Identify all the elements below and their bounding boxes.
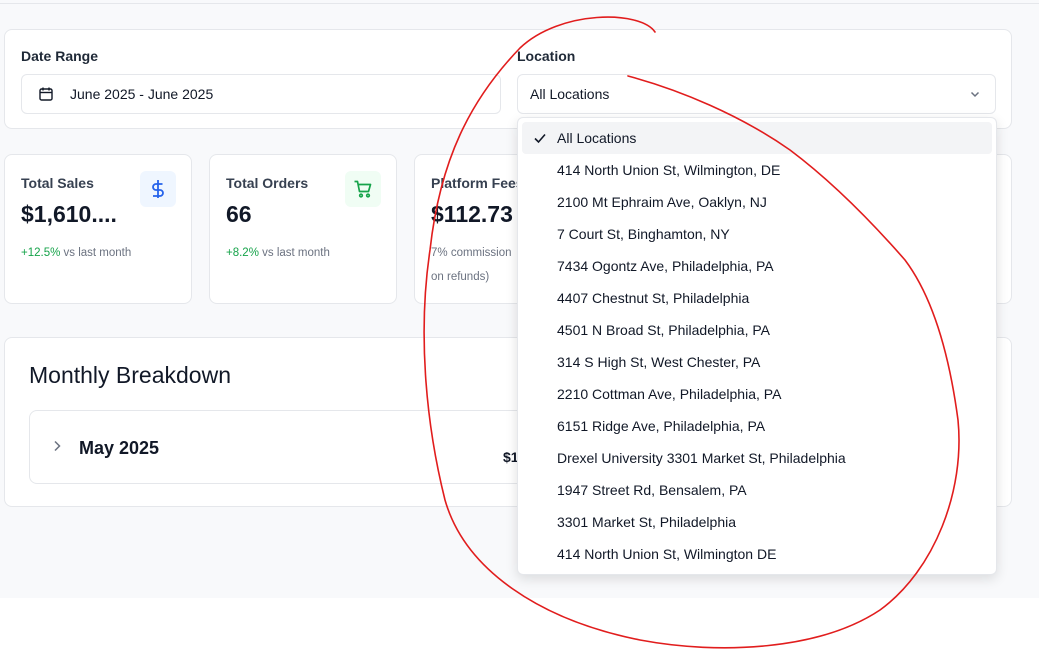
location-option-label: 7434 Ogontz Ave, Philadelphia, PA (557, 258, 774, 274)
date-range-picker[interactable]: June 2025 - June 2025 (21, 74, 501, 114)
location-option[interactable]: 414 North Union St, Wilmington, DE (522, 154, 992, 186)
location-option-label: 2210 Cottman Ave, Philadelphia, PA (557, 386, 782, 402)
location-option-label: 7 Court St, Binghamton, NY (557, 226, 730, 242)
month-label: May 2025 (79, 438, 160, 458)
stat-title: Total Sales (21, 175, 94, 191)
location-option[interactable]: 2210 Cottman Ave, Philadelphia, PA (522, 378, 992, 410)
stat-change: +12.5% vs last month (21, 241, 131, 265)
stat-card-total-sales: Total Sales $1,610.... +12.5% vs last mo… (4, 154, 192, 304)
stat-value: 66 (226, 201, 252, 227)
location-option-label: 2100 Mt Ephraim Ave, Oaklyn, NJ (557, 194, 767, 210)
location-option[interactable]: 1947 Street Rd, Bensalem, PA (522, 474, 992, 506)
location-option-label: Drexel University 3301 Market St, Philad… (557, 450, 846, 466)
location-option-label: All Locations (557, 130, 637, 146)
stat-note-line: 7% commission (431, 247, 512, 259)
stat-change-percent: +12.5% (21, 247, 61, 259)
stat-note-line: on refunds) (431, 271, 490, 283)
location-option[interactable]: 3301 Market St, Philadelphia (522, 506, 992, 538)
location-option[interactable]: 7 Court St, Binghamton, NY (522, 218, 992, 250)
filters-card: Date Range June 2025 - June 2025 Locatio… (4, 29, 1012, 129)
calendar-icon (38, 86, 54, 102)
stat-title: Platform Fees (431, 175, 524, 191)
location-option-label: 4501 N Broad St, Philadelphia, PA (557, 322, 770, 338)
date-range-value: June 2025 - June 2025 (70, 86, 214, 102)
location-option[interactable]: Drexel University 3301 Market St, Philad… (522, 442, 992, 474)
location-option-label: 314 S High St, West Chester, PA (557, 354, 761, 370)
location-option[interactable]: 4407 Chestnut St, Philadelphia (522, 282, 992, 314)
stat-change-suffix: vs last month (60, 247, 132, 259)
stat-change: +8.2% vs last month (226, 241, 330, 265)
location-select-value: All Locations (530, 86, 610, 102)
location-option[interactable]: 7434 Ogontz Ave, Philadelphia, PA (522, 250, 992, 282)
check-icon (533, 131, 547, 145)
location-option-label: 6151 Ridge Ave, Philadelphia, PA (557, 418, 766, 434)
stat-card-total-orders: Total Orders 66 +8.2% vs last month (209, 154, 397, 304)
stat-value: $112.73 (431, 201, 513, 227)
stat-title: Total Orders (226, 175, 309, 191)
chevron-down-icon (969, 88, 981, 100)
dollar-icon (140, 171, 176, 207)
location-select[interactable]: All Locations (517, 74, 996, 114)
location-option[interactable]: 314 S High St, West Chester, PA (522, 346, 992, 378)
location-option-all[interactable]: All Locations (522, 122, 992, 154)
location-option-label: 414 North Union St, Wilmington, DE (557, 162, 781, 178)
location-option-label: 414 North Union St, Wilmington DE (557, 546, 777, 562)
header-divider (0, 3, 1039, 4)
location-dropdown-menu: All Locations 414 North Union St, Wilmin… (517, 117, 997, 575)
cart-icon (345, 171, 381, 207)
location-option-label: 4407 Chestnut St, Philadelphia (557, 290, 750, 306)
stat-note: 7% commission on refunds) (431, 241, 512, 289)
location-option-label: 3301 Market St, Philadelphia (557, 514, 736, 530)
location-option[interactable]: 6151 Ridge Ave, Philadelphia, PA (522, 410, 992, 442)
stat-value: $1,610.... (21, 201, 117, 227)
location-option[interactable]: 4501 N Broad St, Philadelphia, PA (522, 314, 992, 346)
location-option-label: 1947 Street Rd, Bensalem, PA (557, 482, 747, 498)
section-title: Monthly Breakdown (29, 362, 231, 388)
stat-change-suffix: vs last month (258, 247, 330, 259)
chevron-right-icon[interactable] (50, 439, 64, 453)
location-option[interactable]: 2100 Mt Ephraim Ave, Oaklyn, NJ (522, 186, 992, 218)
date-range-label: Date Range (21, 48, 99, 64)
location-label: Location (517, 48, 576, 64)
stat-change-percent: +8.2% (226, 247, 259, 259)
location-option[interactable]: 414 North Union St, Wilmington DE (522, 538, 992, 570)
